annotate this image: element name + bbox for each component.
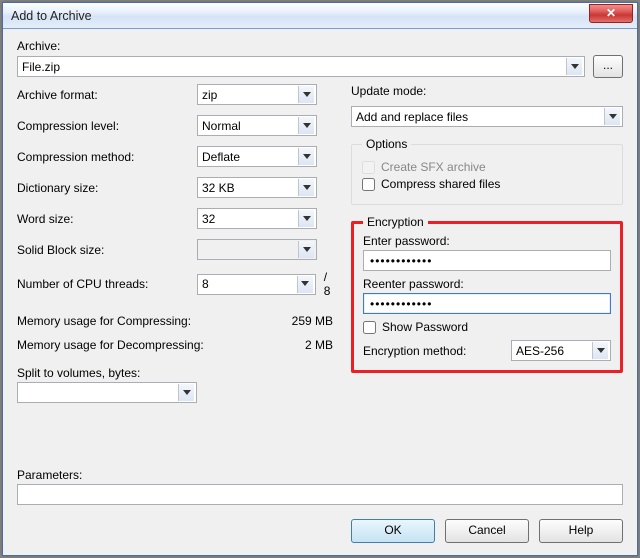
show-password-checkbox[interactable]: [363, 321, 376, 334]
dict-value: 32 KB: [202, 181, 235, 195]
browse-button[interactable]: ...: [593, 55, 623, 78]
show-password-check[interactable]: Show Password: [363, 320, 611, 334]
dict-label: Dictionary size:: [17, 181, 197, 195]
word-combo[interactable]: 32: [197, 208, 317, 229]
pwd1-label: Enter password:: [363, 234, 611, 248]
encryption-group: Encryption Enter password: Reenter passw…: [351, 215, 623, 373]
method-combo[interactable]: Deflate: [197, 146, 317, 167]
memc-value: 259 MB: [292, 314, 333, 328]
params-group: Parameters:: [17, 468, 623, 505]
archive-value: File.zip: [22, 60, 60, 74]
word-value: 32: [202, 212, 215, 226]
block-label: Solid Block size:: [17, 243, 197, 257]
memd-label: Memory usage for Decompressing:: [17, 338, 204, 352]
enc-method-value: AES-256: [516, 344, 564, 358]
window-title: Add to Archive: [11, 9, 589, 23]
shared-check[interactable]: Compress shared files: [362, 177, 612, 191]
archive-combo[interactable]: File.zip: [17, 56, 585, 77]
sfx-label: Create SFX archive: [381, 160, 486, 174]
memd-value: 2 MB: [305, 338, 333, 352]
encryption-legend: Encryption: [363, 215, 428, 229]
level-combo[interactable]: Normal: [197, 115, 317, 136]
enc-method-combo[interactable]: AES-256: [511, 340, 611, 361]
update-value: Add and replace files: [356, 110, 468, 124]
threads-value: 8: [202, 277, 209, 291]
chevron-down-icon: [604, 108, 620, 125]
chevron-down-icon: [566, 58, 582, 75]
word-label: Word size:: [17, 212, 197, 226]
shared-checkbox[interactable]: [362, 178, 375, 191]
archive-field-group: Archive: File.zip ...: [17, 39, 623, 78]
chevron-down-icon: [178, 384, 194, 401]
chevron-down-icon: [298, 86, 314, 103]
params-label: Parameters:: [17, 468, 623, 482]
method-value: Deflate: [202, 150, 240, 164]
method-label: Compression method:: [17, 150, 197, 164]
memc-label: Memory usage for Compressing:: [17, 314, 191, 328]
shared-label: Compress shared files: [381, 177, 500, 191]
params-input[interactable]: [17, 484, 623, 505]
split-combo[interactable]: [17, 382, 197, 403]
password-confirm-input[interactable]: [363, 293, 611, 314]
sfx-check: Create SFX archive: [362, 160, 612, 174]
threads-of: / 8: [324, 270, 337, 298]
show-password-label: Show Password: [382, 320, 468, 334]
format-combo[interactable]: zip: [197, 84, 317, 105]
format-label: Archive format:: [17, 88, 197, 102]
split-label: Split to volumes, bytes:: [17, 366, 337, 380]
right-column: Update mode: Add and replace files Optio…: [351, 84, 623, 462]
level-label: Compression level:: [17, 119, 197, 133]
cancel-button[interactable]: Cancel: [445, 519, 529, 543]
options-group: Options Create SFX archive Compress shar…: [351, 137, 623, 205]
chevron-down-icon: [298, 179, 314, 196]
chevron-down-icon: [592, 342, 608, 359]
chevron-down-icon: [298, 241, 314, 258]
sfx-checkbox: [362, 161, 375, 174]
block-combo: [197, 239, 317, 260]
chevron-down-icon: [298, 148, 314, 165]
pwd2-label: Reenter password:: [363, 277, 611, 291]
button-bar: OK Cancel Help: [3, 511, 637, 555]
dict-combo[interactable]: 32 KB: [197, 177, 317, 198]
chevron-down-icon: [298, 210, 314, 227]
format-value: zip: [202, 88, 217, 102]
options-legend: Options: [362, 137, 411, 151]
threads-combo[interactable]: 8: [197, 274, 316, 295]
enc-method-label: Encryption method:: [363, 344, 466, 358]
split-group: Split to volumes, bytes:: [17, 366, 337, 403]
content: Archive: File.zip ... Archive format: zi…: [3, 29, 637, 511]
dialog-add-to-archive: Add to Archive ✕ Archive: File.zip ... A…: [2, 2, 638, 556]
update-label: Update mode:: [351, 84, 623, 98]
password-input[interactable]: [363, 250, 611, 271]
titlebar: Add to Archive ✕: [3, 3, 637, 29]
close-button[interactable]: ✕: [589, 4, 633, 23]
ok-button[interactable]: OK: [351, 519, 435, 543]
threads-label: Number of CPU threads:: [17, 277, 197, 291]
update-combo[interactable]: Add and replace files: [351, 106, 623, 127]
archive-label: Archive:: [17, 39, 623, 53]
chevron-down-icon: [298, 117, 314, 134]
level-value: Normal: [202, 119, 241, 133]
left-column: Archive format: zip Compression level: N…: [17, 84, 337, 462]
chevron-down-icon: [297, 276, 313, 293]
help-button[interactable]: Help: [539, 519, 623, 543]
